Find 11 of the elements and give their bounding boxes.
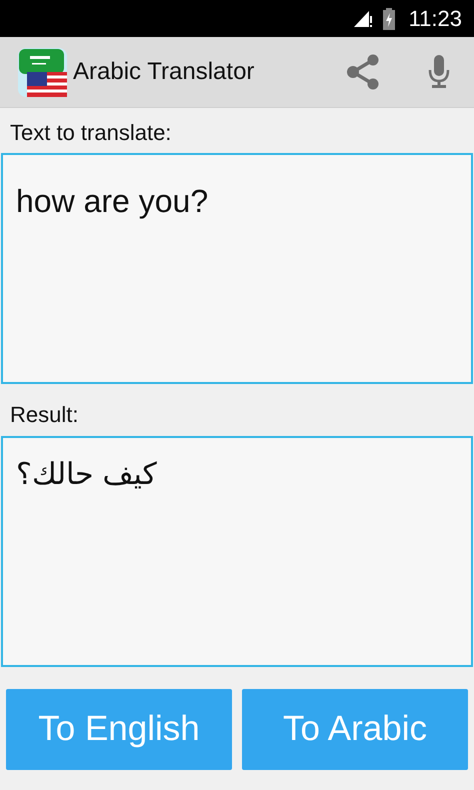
share-icon[interactable] — [346, 54, 380, 90]
flags-icon — [18, 48, 67, 96]
microphone-icon[interactable] — [428, 55, 450, 89]
app-title: Arabic Translator — [73, 57, 256, 87]
clock-time: 11:23 — [408, 5, 462, 33]
battery-charging-icon — [382, 8, 395, 30]
result-label: Result: — [9, 401, 80, 429]
result-field[interactable]: كيف حالك؟ — [1, 436, 473, 667]
signal-icon — [352, 10, 373, 28]
input-field[interactable]: how are you? — [1, 153, 473, 384]
input-label: Text to translate: — [9, 119, 172, 147]
